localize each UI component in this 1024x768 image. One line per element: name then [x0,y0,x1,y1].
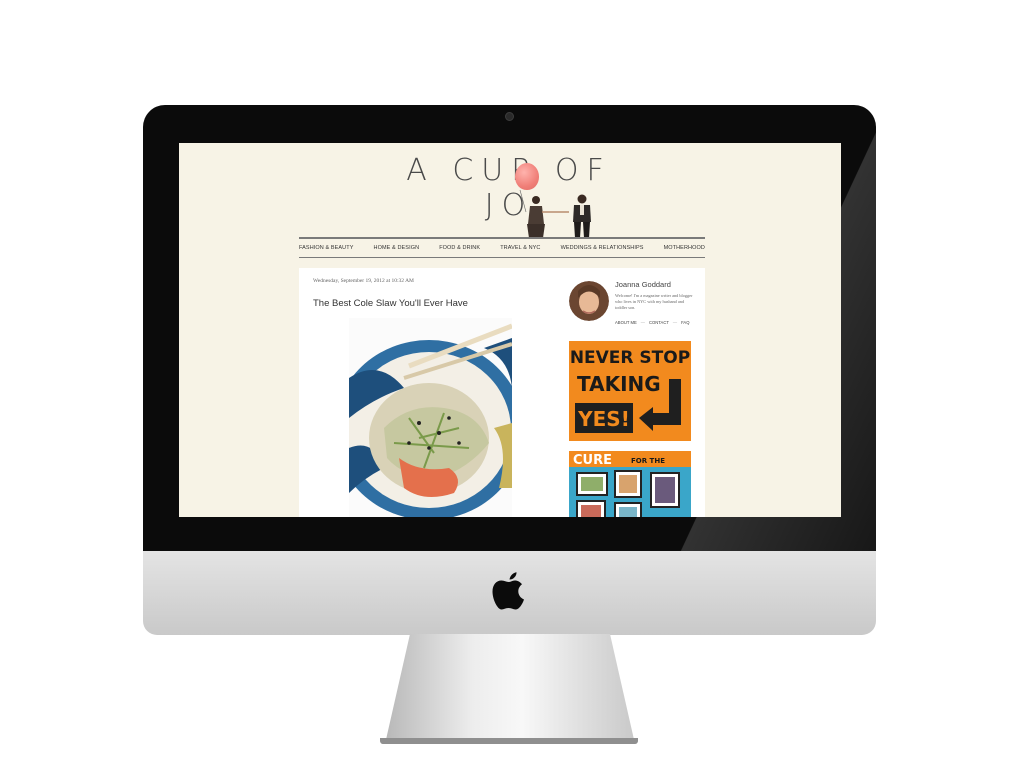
post-date: Wednesday, September 19, 2012 at 10:32 A… [313,278,414,284]
imac-stand [385,634,635,744]
nav-item-motherhood[interactable]: MOTHERHOOD [664,245,705,251]
link-separator: — [672,320,678,325]
browser-screen: A CUP OF JO FASHION & BEAUTY HOME & DESI… [179,143,841,517]
ad2-line2: FOR THE [631,457,665,465]
nav-item-travel-nyc[interactable]: TRAVEL & NYC [500,245,540,251]
contact-link[interactable]: CONTACT [649,320,669,325]
nav-item-food-drink[interactable]: FOOD & DRINK [439,245,480,251]
couple-illustration [519,189,591,238]
category-nav: FASHION & BEAUTY HOME & DESIGN FOOD & DR… [299,237,705,258]
ad2-line1: CURE [573,453,612,468]
author-avatar[interactable] [569,281,609,321]
ad1-line3: YES! [577,407,630,431]
never-stop-ad[interactable]: NEVER STOP TAKING YES! [569,341,691,441]
apple-logo-icon [492,572,524,610]
link-separator: — [640,320,645,325]
author-bio: Welcome! I'm a magazine writer and blogg… [615,293,693,310]
imac-stand-base [380,738,638,744]
faq-link[interactable]: FAQ [681,320,689,325]
balloon-icon [515,163,539,190]
cure-for-the-ad[interactable]: CURE FOR THE [569,451,691,517]
author-links: ABOUT ME — CONTACT — FAQ [615,320,690,325]
camera-icon [505,112,514,121]
cole-slaw-photo[interactable] [349,318,512,517]
author-name: Joanna Goddard [615,280,671,289]
post-title[interactable]: The Best Cole Slaw You'll Ever Have [313,298,468,309]
nav-item-home-design[interactable]: HOME & DESIGN [374,245,420,251]
about-me-link[interactable]: ABOUT ME [615,320,637,325]
nav-item-weddings-relationships[interactable]: WEDDINGS & RELATIONSHIPS [561,245,644,251]
ad1-line1: NEVER STOP [570,348,690,368]
nav-item-fashion-beauty[interactable]: FASHION & BEAUTY [299,245,353,251]
main-content: Wednesday, September 19, 2012 at 10:32 A… [299,268,705,517]
ad1-line2: TAKING [577,372,661,396]
